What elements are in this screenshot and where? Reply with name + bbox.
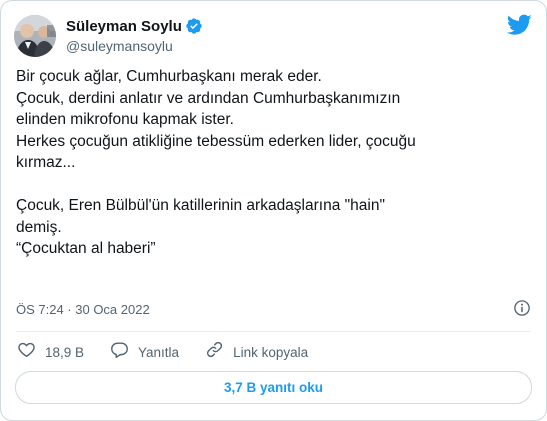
author-name-row: Süleyman Soylu bbox=[66, 16, 203, 36]
tweet-header: Süleyman Soylu @suleymansoylu bbox=[14, 13, 534, 61]
author-display-name[interactable]: Süleyman Soylu bbox=[66, 18, 182, 35]
read-replies-label: 3,7 B yanıtı oku bbox=[223, 380, 324, 395]
author-names: Süleyman Soylu @suleymansoylu bbox=[66, 16, 203, 54]
reply-button[interactable]: Yanıtla bbox=[110, 340, 179, 364]
like-button[interactable]: 18,9 B bbox=[17, 340, 84, 364]
reply-label: Yanıtla bbox=[138, 344, 180, 360]
copy-link-label: Link kopyala bbox=[233, 344, 309, 360]
speech-bubble-icon bbox=[110, 340, 129, 364]
heart-icon bbox=[17, 340, 36, 364]
tweet-embed-card: Süleyman Soylu @suleymansoylu Bir çocuk … bbox=[0, 0, 547, 421]
read-replies-button[interactable]: 3,7 B yanıtı oku bbox=[15, 371, 532, 404]
tweet-actions: 18,9 B Yanıtla Link kopyala bbox=[17, 340, 532, 364]
divider bbox=[16, 331, 531, 332]
like-count: 18,9 B bbox=[45, 344, 85, 360]
info-icon[interactable] bbox=[513, 299, 531, 317]
tweet-meta-row: ÖS 7:24 · 30 Oca 2022 bbox=[16, 298, 532, 320]
copy-link-button[interactable]: Link kopyala bbox=[205, 340, 308, 364]
tweet-timestamp[interactable]: ÖS 7:24 · 30 Oca 2022 bbox=[16, 302, 150, 317]
tweet-text: Bir çocuk ağlar, Cumhurbaşkanı merak ede… bbox=[16, 68, 416, 257]
verified-badge-icon bbox=[185, 17, 203, 35]
twitter-bird-icon[interactable] bbox=[506, 14, 532, 36]
avatar[interactable] bbox=[14, 15, 56, 57]
link-icon bbox=[205, 340, 224, 364]
author-handle[interactable]: @suleymansoylu bbox=[66, 38, 203, 54]
